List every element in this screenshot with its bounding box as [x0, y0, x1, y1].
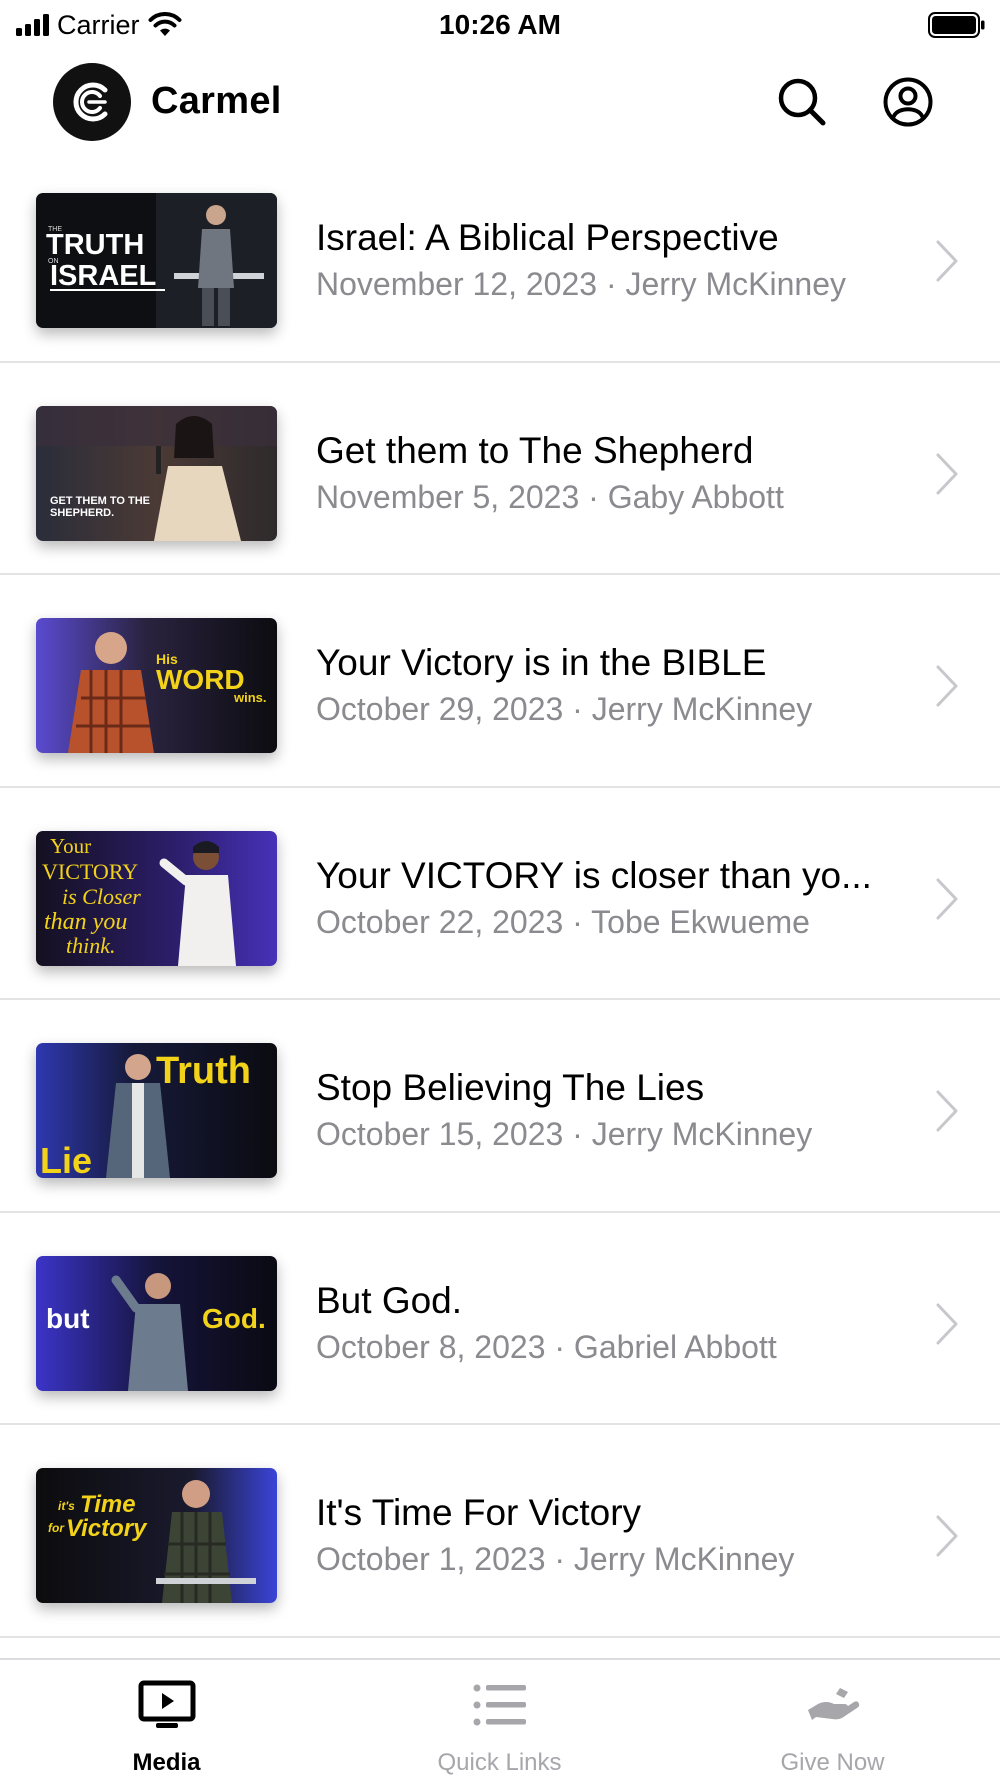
search-icon [778, 78, 826, 126]
sermon-meta: October 22, 2023 · Tobe Ekwueme [316, 903, 810, 940]
brand-name: Carmel [151, 80, 282, 122]
thumb-text: Your [50, 834, 91, 858]
list-icon [473, 1684, 526, 1726]
status-bar: Carrier 10:26 AM [0, 0, 1000, 50]
thumb-text: TRUTH [46, 229, 144, 261]
account-button[interactable] [878, 72, 938, 132]
thumb-text: SHEPHERD. [50, 507, 114, 519]
sermon-thumbnail: THE TRUTH ON ISRAEL [36, 193, 277, 328]
thumb-text: for [48, 1521, 65, 1535]
sermon-title: Stop Believing The Lies [316, 1067, 705, 1108]
tab-give-now[interactable]: Give Now [666, 1660, 999, 1778]
thumb-text: than you [44, 909, 127, 935]
thumb-text: Truth [156, 1050, 251, 1092]
tab-media[interactable]: Media [0, 1660, 333, 1778]
sermon-title: It's Time For Victory [316, 1492, 642, 1533]
thumb-text: it's [58, 1499, 75, 1513]
thumb-text: but [46, 1303, 90, 1334]
chevron-right-icon [936, 878, 958, 919]
tab-label: Quick Links [437, 1749, 562, 1776]
tab-label: Media [132, 1749, 201, 1776]
sermon-meta: October 15, 2023 · Jerry McKinney [316, 1116, 813, 1152]
sermon-thumbnail: but God. [36, 1255, 277, 1391]
thumb-text: GET THEM TO THE [50, 495, 150, 507]
chevron-right-icon [936, 240, 958, 282]
sermon-meta: November 12, 2023 · Jerry McKinney [316, 266, 846, 302]
chevron-right-icon [936, 1515, 958, 1557]
sermon-thumbnail: Your VICTORY is Closer than you think. [36, 830, 277, 966]
thumb-text: God. [202, 1303, 266, 1334]
sermon-title: But God. [316, 1279, 463, 1321]
thumb-text: WORD [156, 664, 245, 695]
sermon-thumbnail: GET THEM TO THE SHEPHERD. [36, 405, 277, 541]
sermon-thumbnail: Truth Lie [36, 1043, 277, 1178]
thumb-text: VICTORY [42, 859, 138, 884]
chevron-right-icon [936, 665, 958, 707]
media-list: THE TRUTH ON ISRAEL Israel: A Biblical P… [0, 150, 1000, 1638]
give-hand-icon [807, 1688, 859, 1720]
sermon-meta: October 8, 2023 · Gabriel Abbott [316, 1328, 777, 1365]
list-item[interactable]: but God. But God. October 8, 2023 · Gabr… [0, 1213, 1000, 1425]
chevron-right-icon [936, 453, 958, 494]
thumb-text: wins. [233, 690, 267, 705]
sermon-title: Israel: A Biblical Perspective [316, 217, 779, 258]
search-button[interactable] [772, 72, 832, 132]
sermon-thumbnail: it's Time for Victory [36, 1468, 277, 1603]
thumb-text: is Closer [62, 884, 141, 909]
sermon-meta: October 1, 2023 · Jerry McKinney [316, 1541, 795, 1577]
media-tv-icon [138, 1680, 195, 1728]
sermon-title: Get them to The Shepherd [316, 429, 754, 471]
tab-bar: Media Quick Links Give Now [0, 1658, 1000, 1778]
thumb-text: Victory [66, 1515, 148, 1542]
chevron-right-icon [936, 1303, 958, 1344]
status-time: 10:26 AM [439, 9, 561, 40]
list-item[interactable]: GET THEM TO THE SHEPHERD. Get them to Th… [0, 363, 1000, 575]
sermon-thumbnail: His WORD wins. [36, 618, 277, 753]
account-icon [883, 77, 933, 127]
sermon-title: Your VICTORY is closer than yo... [316, 854, 872, 896]
carmel-logo-icon[interactable] [53, 63, 131, 141]
sermon-meta: October 29, 2023 · Jerry McKinney [316, 691, 813, 727]
thumb-text: think. [66, 933, 116, 958]
list-item[interactable]: it's Time for Victory It's Time For Vict… [0, 1425, 1000, 1638]
thumb-text: Lie [40, 1140, 92, 1178]
tab-label: Give Now [780, 1749, 885, 1776]
sermon-meta: November 5, 2023 · Gaby Abbott [316, 478, 784, 515]
sermon-title: Your Victory is in the BIBLE [316, 642, 767, 683]
chevron-right-icon [936, 1090, 958, 1132]
list-item[interactable]: His WORD wins. Your Victory is in the BI… [0, 575, 1000, 788]
list-item[interactable]: Truth Lie Stop Believing The Lies Octobe… [0, 1000, 1000, 1213]
thumb-text: ISRAEL [50, 260, 156, 292]
battery-icon [928, 12, 985, 38]
list-item[interactable]: Your VICTORY is Closer than you think. Y… [0, 788, 1000, 1000]
tab-quick-links[interactable]: Quick Links [333, 1660, 666, 1778]
list-item[interactable]: THE TRUTH ON ISRAEL Israel: A Biblical P… [0, 150, 1000, 363]
thumb-text: Time [80, 1491, 136, 1518]
